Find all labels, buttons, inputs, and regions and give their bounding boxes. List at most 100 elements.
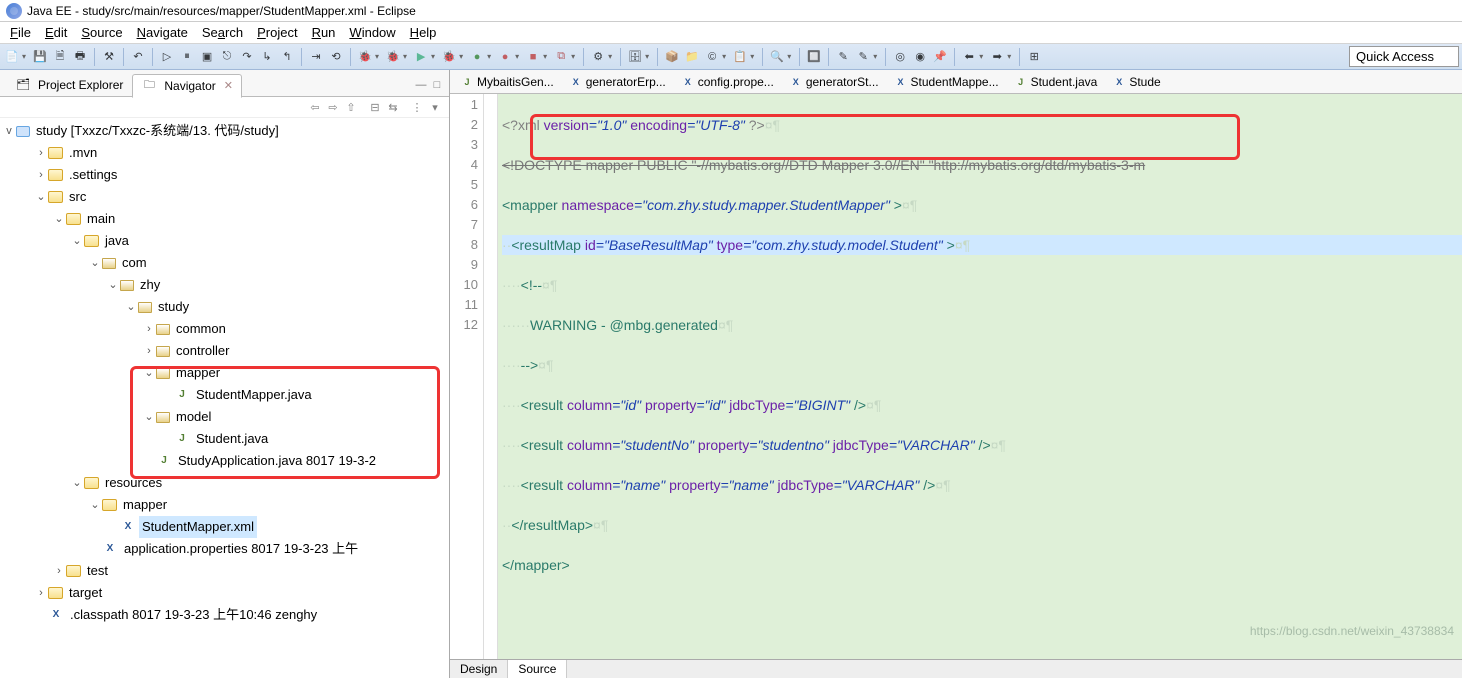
chevron-icon[interactable]: › xyxy=(34,142,48,164)
menu-file[interactable]: File xyxy=(3,23,38,42)
server-debug-icon[interactable]: 🐞 xyxy=(385,49,401,65)
debug-icon[interactable]: 🐞 xyxy=(357,49,373,65)
tab-project-explorer[interactable]: 🗂 Project Explorer xyxy=(6,73,132,97)
tree-item[interactable]: ⌄zhy xyxy=(2,274,449,296)
tree-item[interactable]: ⌄resources xyxy=(2,472,449,494)
coverage-icon[interactable]: ● xyxy=(497,49,513,65)
view-menu-icon[interactable]: ▾ xyxy=(427,100,443,114)
editor-tab[interactable]: JStudent.java xyxy=(1008,71,1107,93)
menu-project[interactable]: Project xyxy=(250,23,304,42)
tree-item[interactable]: ›.mvn xyxy=(2,142,449,164)
tab-navigator[interactable]: 🗀 Navigator ✕ xyxy=(132,74,242,98)
fwd-icon[interactable]: ➡ xyxy=(989,49,1005,65)
tab-design[interactable]: Design xyxy=(450,660,508,678)
tree-item[interactable]: application.properties 8017 19-3-23 上午 xyxy=(2,538,449,560)
menu-source[interactable]: Source xyxy=(74,23,129,42)
new-server-icon[interactable]: 🗄 xyxy=(627,49,643,65)
chevron-icon[interactable]: ⌄ xyxy=(52,208,66,230)
chevron-icon[interactable]: ⌄ xyxy=(142,406,156,428)
navigator-tree[interactable]: v study [Txxzc/Txxzc-系统端/13. 代码/study] ›… xyxy=(0,118,449,678)
maximize-view-icon[interactable]: □ xyxy=(430,78,444,92)
chevron-icon[interactable]: › xyxy=(142,340,156,362)
menu-run[interactable]: Run xyxy=(305,23,343,42)
stop2-icon[interactable]: ▣ xyxy=(199,49,215,65)
stop-icon[interactable]: ■ xyxy=(525,49,541,65)
debug2-icon[interactable]: 🐞 xyxy=(441,49,457,65)
fwd-nav-icon[interactable]: ⇨ xyxy=(325,100,341,114)
menu-search[interactable]: Search xyxy=(195,23,250,42)
focus-icon[interactable]: ◎ xyxy=(892,49,908,65)
gear-icon[interactable]: ⚙ xyxy=(590,49,606,65)
tree-item[interactable]: ›controller xyxy=(2,340,449,362)
print-icon[interactable]: 🖶 xyxy=(72,49,88,65)
tree-root[interactable]: v study [Txxzc/Txxzc-系统端/13. 代码/study] xyxy=(2,120,449,142)
stepout-icon[interactable]: ↰ xyxy=(279,49,295,65)
tree-item[interactable]: ›target xyxy=(2,582,449,604)
disconnect-icon[interactable]: ⎋ xyxy=(219,49,235,65)
editor-tab[interactable]: XStude xyxy=(1106,71,1169,93)
chevron-icon[interactable]: ⌄ xyxy=(106,274,120,296)
tree-item[interactable]: ›common xyxy=(2,318,449,340)
tree-item[interactable]: ⌄main xyxy=(2,208,449,230)
editor-tab[interactable]: Xconfig.prope... xyxy=(675,71,783,93)
open-type-icon[interactable]: 🔲 xyxy=(806,49,822,65)
tree-item[interactable]: Student.java xyxy=(2,428,449,450)
pkg-icon[interactable]: 📦 xyxy=(664,49,680,65)
editor-tab[interactable]: XgeneratorSt... xyxy=(783,71,888,93)
back-icon[interactable]: ⬅ xyxy=(961,49,977,65)
tree-item[interactable]: ⌄study xyxy=(2,296,449,318)
saveall-icon[interactable]: 🗎 xyxy=(52,49,68,65)
tree-item[interactable]: ⌄model xyxy=(2,406,449,428)
chevron-icon[interactable]: ⌄ xyxy=(124,296,138,318)
new-icon[interactable]: 📄 xyxy=(4,49,20,65)
undo-icon[interactable]: ↶ xyxy=(130,49,146,65)
folder2-icon[interactable]: 📁 xyxy=(684,49,700,65)
tree-item[interactable]: .classpath 8017 19-3-23 上午10:46 zenghy xyxy=(2,604,449,626)
tree-item[interactable]: ⌄mapper xyxy=(2,494,449,516)
chevron-down-icon[interactable]: v xyxy=(2,120,16,142)
pin-icon[interactable]: 📌 xyxy=(932,49,948,65)
mark-icon[interactable]: ✎ xyxy=(835,49,851,65)
tree-item[interactable]: ›.settings xyxy=(2,164,449,186)
ext-icon[interactable]: ⧉ xyxy=(553,49,569,65)
chevron-icon[interactable]: ⌄ xyxy=(88,252,102,274)
skip-icon[interactable]: ⇥ xyxy=(308,49,324,65)
editor-tab[interactable]: JMybaitisGen... xyxy=(454,71,563,93)
tree-item[interactable]: StudyApplication.java 8017 19-3-2 xyxy=(2,450,449,472)
persp-icon[interactable]: ⊞ xyxy=(1026,49,1042,65)
class-icon[interactable]: © xyxy=(704,49,720,65)
open-task-icon[interactable]: 📋 xyxy=(732,49,748,65)
collapse-all-icon[interactable]: ⊟ xyxy=(367,100,383,114)
chevron-icon[interactable]: › xyxy=(34,164,48,186)
build-icon[interactable]: ⚒ xyxy=(101,49,117,65)
pause-icon[interactable]: ⏸ xyxy=(179,49,195,65)
chevron-icon[interactable]: › xyxy=(52,560,66,582)
stepin-icon[interactable]: ↳ xyxy=(259,49,275,65)
tree-item[interactable]: ⌄java xyxy=(2,230,449,252)
chevron-icon[interactable]: ⌄ xyxy=(88,494,102,516)
server-run-icon[interactable]: ▶ xyxy=(413,49,429,65)
back-nav-icon[interactable]: ⇦ xyxy=(307,100,323,114)
save-icon[interactable]: 💾 xyxy=(32,49,48,65)
chevron-icon[interactable]: ⌄ xyxy=(70,230,84,252)
drop-icon[interactable]: ⟲ xyxy=(328,49,344,65)
editor-tab[interactable]: XStudentMappe... xyxy=(888,71,1008,93)
code-editor[interactable]: <?xml version="1.0" encoding="UTF-8" ?>¤… xyxy=(498,94,1462,659)
annotate-icon[interactable]: ✎ xyxy=(855,49,871,65)
tree-item[interactable]: ⌄com xyxy=(2,252,449,274)
tab-source[interactable]: Source xyxy=(508,660,567,678)
tree-item[interactable]: ⌄mapper xyxy=(2,362,449,384)
search-icon[interactable]: 🔍 xyxy=(769,49,785,65)
menu-window[interactable]: Window xyxy=(342,23,402,42)
chevron-icon[interactable]: ⌄ xyxy=(142,362,156,384)
run-icon[interactable]: ● xyxy=(469,49,485,65)
up-nav-icon[interactable]: ⇧ xyxy=(343,100,359,114)
chevron-icon[interactable]: › xyxy=(34,582,48,604)
filters-icon[interactable]: ⋮ xyxy=(409,100,425,114)
menu-navigate[interactable]: Navigate xyxy=(130,23,195,42)
link-editor-icon[interactable]: ⇆ xyxy=(385,100,401,114)
task-icon[interactable]: ◉ xyxy=(912,49,928,65)
tree-item[interactable]: ⌄src xyxy=(2,186,449,208)
chevron-icon[interactable]: ⌄ xyxy=(34,186,48,208)
debug-step-icon[interactable]: ▷ xyxy=(159,49,175,65)
